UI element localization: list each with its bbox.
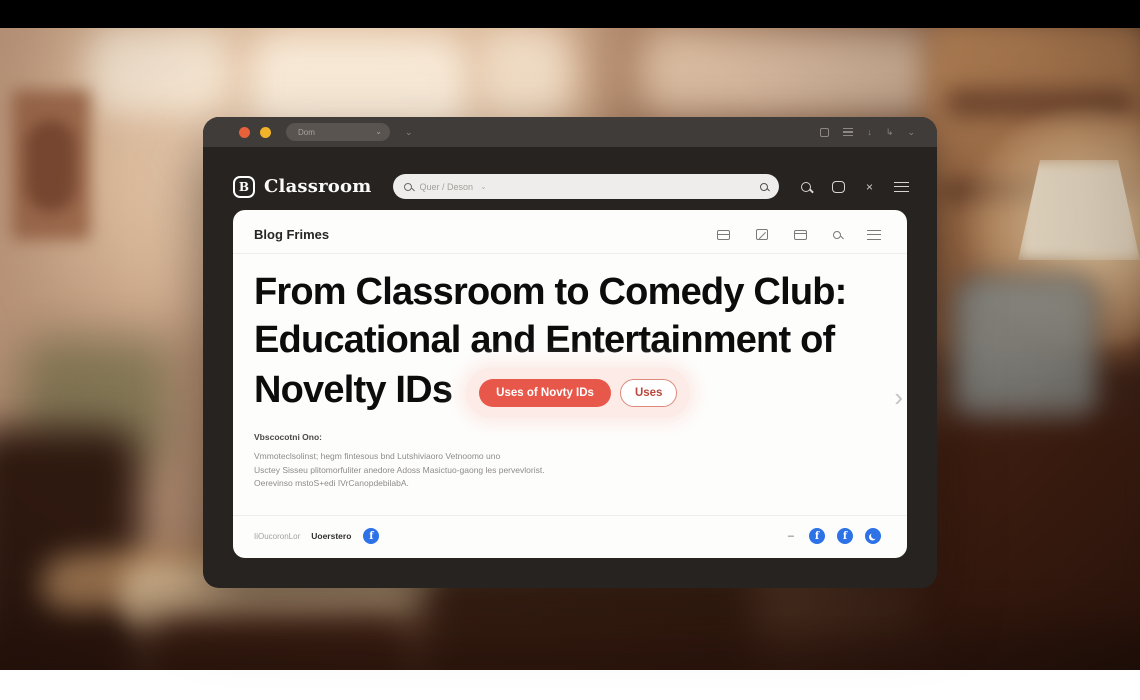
window-titlebar: Dom ⌄ ⌄ ↓ ↳ ⌄ (203, 117, 937, 147)
search-icon[interactable] (833, 231, 841, 239)
menu-lines-icon[interactable] (843, 128, 853, 136)
search-icon[interactable] (801, 182, 811, 192)
card-header: Blog Frimes (233, 210, 907, 254)
tab-selector-label: Dom (298, 128, 375, 137)
headline-line: Educational and Entertainment of (254, 316, 886, 364)
window-icon[interactable] (832, 181, 845, 193)
excerpt-heading: Vbscocotni Ono: (254, 432, 886, 442)
card-title: Blog Frimes (254, 227, 329, 242)
brand-name: Classroom (264, 176, 371, 197)
headline-line: Novelty IDs Uses of Novty IDs Uses (254, 365, 886, 416)
titlebar-icon-group: ↓ ↳ ⌄ (820, 127, 915, 138)
facebook-icon[interactable]: f (809, 528, 825, 544)
brand-logo-icon: B (233, 176, 255, 198)
card-header-icon-group (717, 229, 881, 240)
browser-window: Dom ⌄ ⌄ ↓ ↳ ⌄ B Classroom Quer / Deson (203, 117, 937, 588)
excerpt-line: Usctey Sisseu plitomorfuliter anedore Ad… (254, 464, 886, 478)
layout-rows-icon[interactable] (717, 230, 730, 240)
facebook-glyph: f (369, 531, 373, 542)
next-chevron-icon[interactable]: › (894, 382, 903, 413)
card-footer: IiOucoronLor Uoerstero f – f f (233, 515, 907, 558)
share-icon[interactable]: ↳ (886, 127, 894, 138)
twitter-glyph (871, 532, 878, 539)
traffic-light-close[interactable] (239, 127, 250, 138)
address-search-bar[interactable]: Quer / Deson ⌄ (393, 174, 779, 199)
edit-icon[interactable] (756, 229, 768, 240)
article-excerpt: Vbscocotni Ono: Vmmoteclsolinst; hegm fi… (233, 432, 907, 491)
screenshot-canvas: Dom ⌄ ⌄ ↓ ↳ ⌄ B Classroom Quer / Deson (0, 0, 1140, 700)
footer-meta-text: IiOucoronLor (254, 532, 300, 541)
share-icon-group: – f f (788, 528, 881, 544)
hamburger-menu-icon[interactable] (894, 182, 909, 192)
tag-badge-group: Uses of Novty IDs Uses (466, 368, 690, 419)
facebook-icon[interactable]: f (837, 528, 853, 544)
footer-author-name[interactable]: Uoerstero (311, 531, 351, 541)
letterbox-top (0, 0, 1140, 28)
facebook-icon[interactable]: f (363, 528, 379, 544)
article-card: Blog Frimes From Classroom to Comedy Clu… (233, 210, 907, 558)
browser-toolbar: B Classroom Quer / Deson ⌄ × (203, 147, 937, 210)
article-headline: From Classroom to Comedy Club: Education… (254, 268, 886, 415)
tag-badge-primary[interactable]: Uses of Novty IDs (479, 379, 611, 408)
facebook-glyph: f (815, 531, 819, 542)
download-icon[interactable]: ↓ (867, 127, 872, 137)
close-icon[interactable]: × (866, 181, 873, 193)
toolbar-icon-group: × (801, 181, 909, 193)
chevron-down-icon: ⌄ (480, 182, 487, 191)
excerpt-line: Oerevinso mstoS+edi IVrCanopdebilabA. (254, 477, 886, 491)
twitter-icon[interactable] (865, 528, 881, 544)
tag-badge-secondary[interactable]: Uses (620, 379, 678, 407)
facebook-glyph: f (843, 531, 847, 542)
dash-separator: – (788, 530, 794, 542)
window-icon[interactable] (820, 128, 829, 137)
chevron-down-icon[interactable]: ⌄ (405, 127, 413, 138)
brand-logo[interactable]: B Classroom (233, 176, 371, 198)
traffic-light-minimize[interactable] (260, 127, 271, 138)
hamburger-menu-icon[interactable] (867, 230, 881, 240)
chevron-down-icon: ⌄ (375, 128, 382, 136)
headline-line: From Classroom to Comedy Club: (254, 268, 886, 316)
search-icon[interactable] (760, 183, 768, 191)
search-placeholder: Quer / Deson (419, 182, 473, 192)
headline-line-text: Novelty IDs (254, 366, 452, 414)
chevron-down-icon[interactable]: ⌄ (907, 127, 915, 138)
brand-initial: B (239, 180, 249, 194)
browser-card-icon[interactable] (794, 230, 807, 240)
excerpt-line: Vmmoteclsolinst; hegm fintesous bnd Luts… (254, 450, 886, 464)
tab-selector-dropdown[interactable]: Dom ⌄ (286, 123, 390, 141)
search-icon (404, 183, 412, 191)
